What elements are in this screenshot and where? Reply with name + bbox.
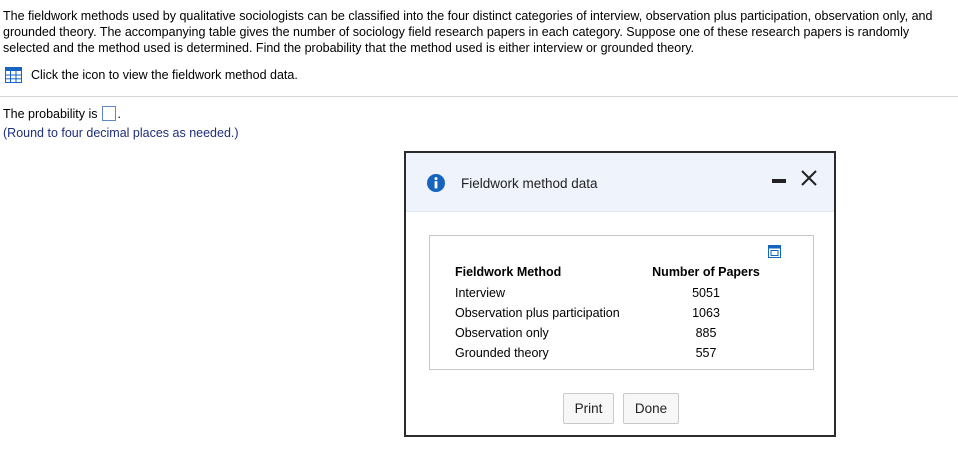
fieldwork-data-dialog: Fieldwork method data Fieldwork Method N…	[404, 151, 836, 437]
probability-input[interactable]	[101, 106, 116, 121]
view-data-link[interactable]: Click the icon to view the fieldwork met…	[5, 67, 298, 83]
table-icon[interactable]	[5, 67, 22, 83]
count-cell: 5051	[692, 286, 720, 300]
view-data-label[interactable]: Click the icon to view the fieldwork met…	[31, 68, 298, 82]
table-row: Grounded theory 557	[455, 343, 768, 363]
dialog-title: Fieldwork method data	[461, 176, 598, 191]
copy-to-clipboard-icon[interactable]	[768, 245, 781, 258]
count-cell: 557	[695, 346, 717, 360]
answer-suffix: .	[117, 106, 121, 121]
count-cell: 885	[695, 326, 717, 340]
info-icon	[427, 174, 445, 192]
method-cell: Observation only	[455, 326, 549, 340]
table-row: Interview 5051	[455, 283, 768, 303]
method-cell: Interview	[455, 286, 506, 300]
method-cell: Grounded theory	[455, 346, 549, 360]
rounding-note: (Round to four decimal places as needed.…	[3, 126, 239, 140]
data-table-panel: Fieldwork Method Number of Papers Interv…	[429, 235, 814, 370]
dialog-header: Fieldwork method data	[406, 153, 834, 212]
table-row: Observation plus participation 1063	[455, 303, 768, 323]
table-row: Observation only 885	[455, 323, 768, 343]
answer-prefix: The probability is	[3, 106, 98, 121]
fieldwork-table: Fieldwork Method Number of Papers Interv…	[455, 264, 768, 363]
close-icon[interactable]	[798, 167, 820, 189]
count-cell: 1063	[692, 306, 720, 320]
print-button[interactable]: Print	[563, 393, 614, 424]
divider	[0, 96, 958, 97]
method-cell: Observation plus participation	[455, 306, 620, 320]
column-header-count: Number of Papers	[652, 264, 760, 279]
minimize-button[interactable]	[772, 179, 786, 183]
table-header-row: Fieldwork Method Number of Papers	[455, 264, 768, 283]
done-button[interactable]: Done	[623, 393, 679, 424]
question-text: The fieldwork methods used by qualitativ…	[3, 9, 933, 55]
column-header-method: Fieldwork Method	[455, 264, 562, 279]
answer-line: The probability is .	[3, 106, 121, 121]
